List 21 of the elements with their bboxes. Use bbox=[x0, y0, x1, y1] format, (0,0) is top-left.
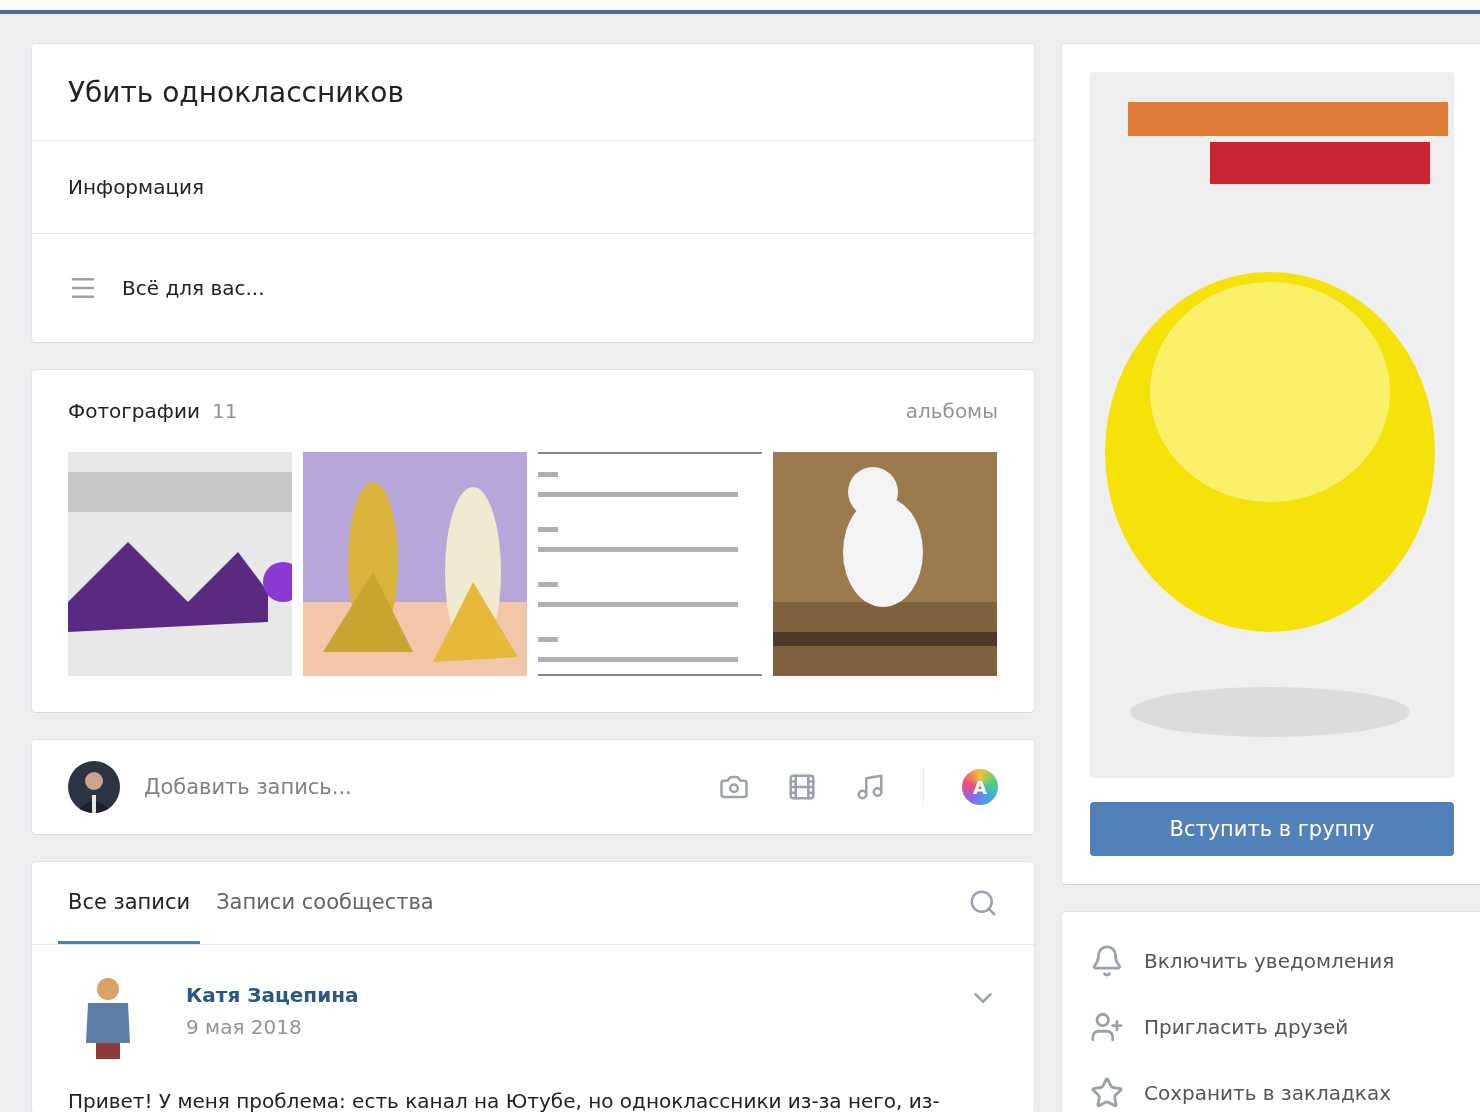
post-text: Привет! У меня проблема: есть канал на Ютубе, но одноклассники из-за него, из- bbox=[68, 1089, 940, 1112]
user-plus-icon bbox=[1090, 1010, 1124, 1044]
wall-tab[interactable]: Все записи bbox=[58, 862, 201, 944]
photos-count: 11 bbox=[211, 399, 238, 423]
avatar bbox=[68, 761, 120, 813]
action-link[interactable]: Пригласить друзей bbox=[1144, 1015, 1349, 1039]
action-link[interactable]: Включить уведомления bbox=[1144, 949, 1395, 973]
star-icon bbox=[1090, 1076, 1124, 1110]
music-icon bbox=[855, 772, 885, 802]
post-author[interactable]: Катя Зацепина bbox=[186, 983, 930, 1007]
photos-title: Фотографии bbox=[68, 399, 200, 423]
bell-icon bbox=[1090, 944, 1124, 978]
film-icon bbox=[787, 772, 817, 802]
group-title: Убить одноклассников bbox=[68, 75, 404, 109]
group-description: Всё для вас... bbox=[122, 276, 265, 300]
action-link[interactable]: Сохранить в закладках bbox=[1144, 1081, 1391, 1105]
info-heading: Информация bbox=[68, 175, 205, 199]
wall-tab[interactable]: Записи сообщества bbox=[206, 862, 444, 944]
join-group-button[interactable]: Вступить в группу bbox=[1090, 802, 1454, 856]
search-icon[interactable] bbox=[968, 888, 998, 918]
post-date: 9 мая 2018 bbox=[186, 1015, 303, 1039]
